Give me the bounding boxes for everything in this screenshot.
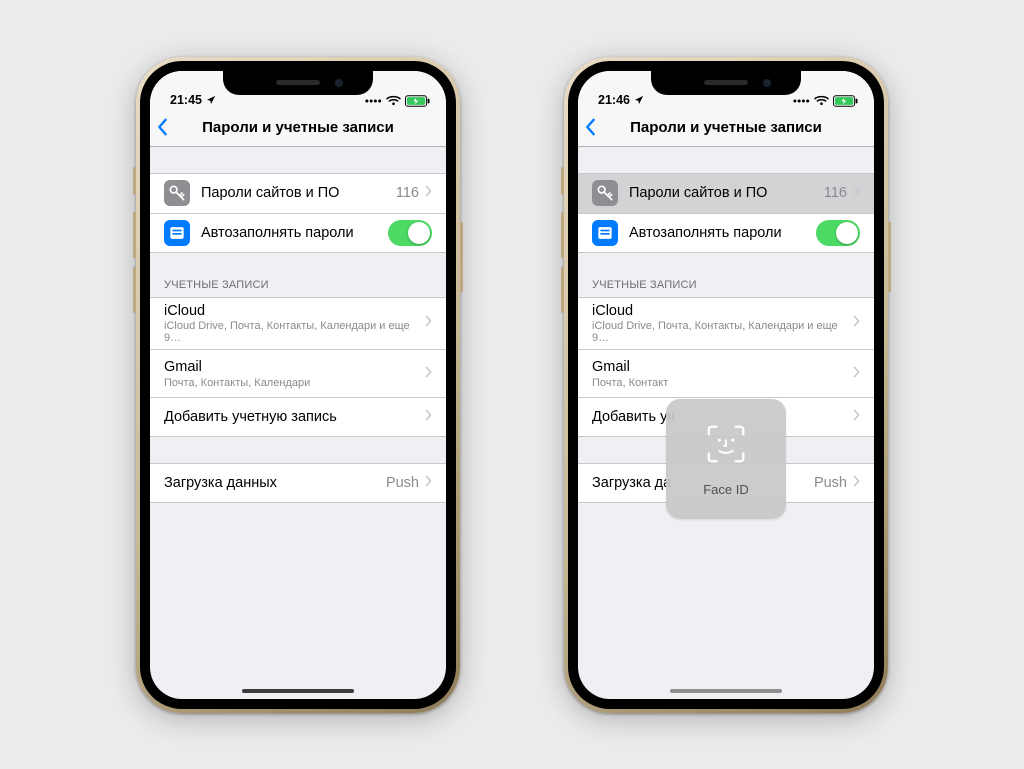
status-time: 21:45 bbox=[170, 93, 202, 107]
phone-frame-left: 21:45 Пароли и учетные записи Пароли сай… bbox=[136, 57, 460, 713]
nav-bar: Пароли и учетные записи bbox=[150, 109, 446, 147]
home-indicator[interactable] bbox=[670, 689, 782, 693]
passwords-label: Пароли сайтов и ПО bbox=[201, 185, 339, 201]
fetch-value: Push bbox=[386, 475, 419, 491]
autofill-label: Автозаполнять пароли bbox=[629, 225, 782, 241]
status-time: 21:46 bbox=[598, 93, 630, 107]
home-indicator[interactable] bbox=[242, 689, 354, 693]
faceid-caption: Face ID bbox=[703, 482, 749, 497]
fetch-value: Push bbox=[814, 475, 847, 491]
chevron-left-icon bbox=[584, 118, 596, 136]
account-icloud-row[interactable]: iCloud iCloud Drive, Почта, Контакты, Ка… bbox=[150, 297, 446, 350]
chevron-right-icon bbox=[425, 315, 432, 331]
nav-bar: Пароли и учетные записи bbox=[578, 109, 874, 147]
chevron-right-icon bbox=[425, 409, 432, 425]
back-button[interactable] bbox=[584, 109, 596, 146]
battery-icon bbox=[405, 95, 430, 107]
passwords-count: 116 bbox=[396, 185, 419, 201]
wifi-icon bbox=[386, 95, 401, 106]
cellular-icon bbox=[793, 96, 810, 106]
chevron-right-icon bbox=[853, 475, 860, 491]
account-gmail-row[interactable]: Gmail Почта, Контакты, Календари bbox=[150, 349, 446, 397]
autofill-icon bbox=[164, 220, 190, 246]
account-gmail-row[interactable]: Gmail Почта, Контакт bbox=[578, 349, 874, 397]
location-icon bbox=[634, 95, 644, 105]
chevron-left-icon bbox=[156, 118, 168, 136]
page-title: Пароли и учетные записи bbox=[578, 119, 874, 136]
cellular-icon bbox=[365, 96, 382, 106]
battery-icon bbox=[833, 95, 858, 107]
chevron-right-icon bbox=[425, 366, 432, 382]
key-icon bbox=[592, 180, 618, 206]
faceid-prompt: Face ID bbox=[666, 399, 786, 519]
account-icloud-row[interactable]: iCloud iCloud Drive, Почта, Контакты, Ка… bbox=[578, 297, 874, 350]
autofill-label: Автозаполнять пароли bbox=[201, 225, 354, 241]
accounts-section-header: УЧЕТНЫЕ ЗАПИСИ bbox=[578, 279, 874, 297]
autofill-icon bbox=[592, 220, 618, 246]
settings-content: Пароли сайтов и ПО 116 Автозаполнять пар… bbox=[150, 147, 446, 504]
screen-left: 21:45 Пароли и учетные записи Пароли сай… bbox=[150, 71, 446, 699]
key-icon bbox=[164, 180, 190, 206]
autofill-toggle[interactable] bbox=[816, 220, 860, 246]
chevron-right-icon bbox=[425, 475, 432, 491]
notch bbox=[651, 71, 801, 95]
chevron-right-icon bbox=[853, 315, 860, 331]
add-account-row[interactable]: Добавить учетную запись bbox=[150, 397, 446, 437]
page-title: Пароли и учетные записи bbox=[150, 119, 446, 136]
autofill-passwords-row[interactable]: Автозаполнять пароли bbox=[578, 213, 874, 253]
back-button[interactable] bbox=[156, 109, 168, 146]
website-app-passwords-row[interactable]: Пароли сайтов и ПО 116 bbox=[578, 173, 874, 213]
fetch-new-data-row[interactable]: Загрузка данных Push bbox=[150, 463, 446, 503]
chevron-right-icon bbox=[853, 366, 860, 382]
wifi-icon bbox=[814, 95, 829, 106]
autofill-passwords-row[interactable]: Автозаполнять пароли bbox=[150, 213, 446, 253]
passwords-label: Пароли сайтов и ПО bbox=[629, 185, 767, 201]
chevron-right-icon bbox=[853, 185, 860, 201]
passwords-count: 116 bbox=[824, 185, 847, 201]
notch bbox=[223, 71, 373, 95]
screen-right: 21:46 Пароли и учетные записи Пароли сай… bbox=[578, 71, 874, 699]
location-icon bbox=[206, 95, 216, 105]
accounts-section-header: УЧЕТНЫЕ ЗАПИСИ bbox=[150, 279, 446, 297]
chevron-right-icon bbox=[853, 409, 860, 425]
autofill-toggle[interactable] bbox=[388, 220, 432, 246]
faceid-icon bbox=[703, 421, 749, 472]
phone-frame-right: 21:46 Пароли и учетные записи Пароли сай… bbox=[564, 57, 888, 713]
chevron-right-icon bbox=[425, 185, 432, 201]
website-app-passwords-row[interactable]: Пароли сайтов и ПО 116 bbox=[150, 173, 446, 213]
